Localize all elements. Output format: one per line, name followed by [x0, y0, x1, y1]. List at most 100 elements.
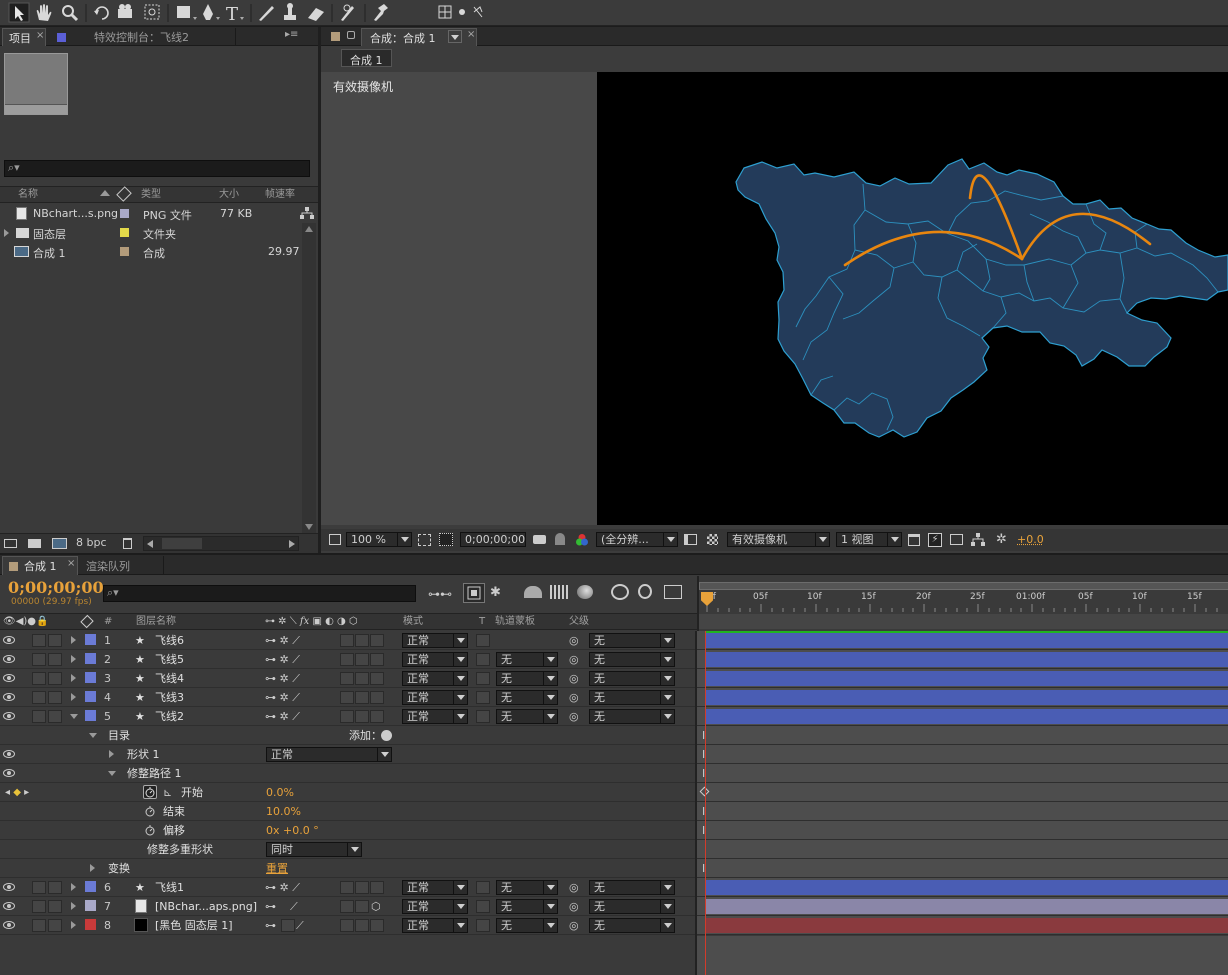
region-of-interest-icon[interactable]	[684, 534, 697, 545]
layer-duration-bar[interactable]	[705, 690, 1228, 705]
parent-dropdown[interactable]: 无	[589, 918, 675, 933]
close-icon[interactable]: ×	[467, 29, 475, 40]
preserve-transparency-switch[interactable]	[476, 900, 490, 913]
layer-track[interactable]	[697, 707, 1228, 726]
project-search-input[interactable]: ⌕▾	[4, 160, 310, 177]
parent-dropdown[interactable]: 无	[589, 709, 675, 724]
draft-3d-icon[interactable]: ✱	[490, 585, 501, 600]
blend-mode-dropdown[interactable]: 正常	[402, 690, 468, 705]
add-label[interactable]: 添加：	[349, 726, 382, 745]
layer-duration-bar[interactable]	[705, 918, 1228, 933]
expand-arrow-icon[interactable]	[71, 902, 76, 910]
layer-track[interactable]	[697, 688, 1228, 707]
current-time-field[interactable]: 0;00;00;00	[460, 532, 526, 547]
property-row-transform[interactable]: 变换 重置	[0, 859, 697, 878]
column-track-matte[interactable]: 轨道蒙板	[495, 614, 535, 629]
property-row-trim-paths[interactable]: 修整路径 1	[0, 764, 697, 783]
column-type[interactable]: 类型	[141, 187, 161, 202]
reset-link[interactable]: 重置	[266, 859, 288, 878]
trim-multiple-dropdown[interactable]: 同时	[266, 842, 362, 857]
visibility-eye-icon[interactable]	[3, 693, 15, 701]
layer-duration-bar[interactable]	[705, 633, 1228, 648]
visibility-eye-icon[interactable]	[3, 769, 15, 777]
eraser-tool-icon[interactable]	[308, 8, 324, 21]
layer-name[interactable]: 飞线2	[155, 707, 184, 726]
rotate-tool-icon[interactable]	[94, 6, 109, 20]
switch-box[interactable]	[355, 881, 369, 894]
pick-whip-icon[interactable]: ◎	[569, 669, 579, 688]
column-mode[interactable]: 模式	[403, 614, 423, 629]
track-matte-dropdown[interactable]: 无	[496, 709, 558, 724]
expand-arrow-icon[interactable]	[71, 674, 76, 682]
layer-name[interactable]: [NBchar...aps.png]	[155, 897, 257, 916]
property-row-contents[interactable]: 目录 添加：	[0, 726, 697, 745]
roto-brush-tool-icon[interactable]	[341, 4, 354, 21]
table-row[interactable]: 2 ★ 飞线5 ⊶ ✲ ⟋ 正常 无 ◎ 无	[0, 650, 697, 669]
interpret-footage-icon[interactable]	[4, 539, 17, 548]
fast-previews-icon[interactable]: ⚡	[928, 533, 942, 547]
blend-mode-dropdown[interactable]: 正常	[402, 709, 468, 724]
layer-name[interactable]: 飞线1	[155, 878, 184, 897]
preserve-transparency-switch[interactable]	[476, 634, 490, 647]
stopwatch-icon[interactable]	[143, 785, 157, 799]
snapshot-camera-icon[interactable]	[533, 535, 546, 544]
exposure-icon[interactable]: ✲	[996, 532, 1007, 547]
lock-switch[interactable]	[48, 710, 62, 723]
shy-switch-icon[interactable]: ⊶ ✲ ⟋	[265, 650, 300, 669]
column-t[interactable]: T	[479, 614, 485, 629]
camera-orbit-tool-icon[interactable]	[118, 4, 132, 18]
auto-keyframe-icon[interactable]	[638, 584, 652, 599]
lock-icon[interactable]	[347, 31, 355, 39]
switch-box[interactable]	[370, 919, 384, 932]
bpc-label[interactable]: 8 bpc	[76, 536, 107, 549]
column-size[interactable]: 大小	[219, 187, 239, 202]
lock-switch[interactable]	[48, 672, 62, 685]
comp-mini-flowchart-icon[interactable]: ⊶⊷	[428, 587, 452, 601]
visibility-eye-icon[interactable]	[3, 655, 15, 663]
preserve-transparency-switch[interactable]	[476, 691, 490, 704]
switch-box[interactable]	[370, 881, 384, 894]
track-matte-dropdown[interactable]: 无	[496, 671, 558, 686]
viewer-area[interactable]: 有效摄像机	[321, 72, 1228, 525]
list-item[interactable]: 合成 1 合成 29.97	[0, 242, 300, 261]
label-color-swatch[interactable]	[85, 653, 96, 664]
hide-shy-layers-icon[interactable]	[524, 586, 542, 598]
color-channels-icon[interactable]	[575, 533, 589, 547]
parent-dropdown[interactable]: 无	[589, 633, 675, 648]
track-matte-dropdown[interactable]: 无	[496, 652, 558, 667]
visibility-eye-icon[interactable]	[3, 921, 15, 929]
layer-duration-bar[interactable]	[705, 899, 1228, 914]
property-row-end[interactable]: 结束 10.0%	[0, 802, 697, 821]
project-flowchart-icon[interactable]	[300, 207, 314, 219]
table-row[interactable]: 3 ★ 飞线4 ⊶ ✲ ⟋ 正常 无 ◎ 无	[0, 669, 697, 688]
lock-switch[interactable]	[48, 653, 62, 666]
track-matte-dropdown[interactable]: 无	[496, 880, 558, 895]
label-color-swatch[interactable]	[85, 672, 96, 683]
audio-switch[interactable]	[32, 900, 46, 913]
visibility-eye-icon[interactable]	[3, 883, 15, 891]
audio-switch[interactable]	[32, 653, 46, 666]
layer-duration-bar[interactable]	[705, 709, 1228, 724]
layer-duration-bar[interactable]	[705, 652, 1228, 667]
shy-switch-icon[interactable]: ⊶ ✲ ⟋	[265, 878, 300, 897]
switch-box[interactable]	[340, 881, 354, 894]
property-row-shape[interactable]: 形状 1 正常	[0, 745, 697, 764]
brush-tool-icon[interactable]	[259, 6, 274, 21]
blend-mode-dropdown[interactable]: 正常	[402, 880, 468, 895]
expand-arrow-icon[interactable]	[4, 229, 9, 237]
layer-name[interactable]: 飞线4	[155, 669, 184, 688]
track-matte-dropdown[interactable]: 无	[496, 690, 558, 705]
blend-mode-dropdown[interactable]: 正常	[402, 671, 468, 686]
layer-duration-bar[interactable]	[705, 671, 1228, 686]
visibility-eye-icon[interactable]	[3, 636, 15, 644]
end-value[interactable]: 10.0%	[266, 802, 301, 821]
lock-switch[interactable]	[48, 691, 62, 704]
composition-canvas[interactable]	[597, 72, 1228, 525]
table-row[interactable]: 5 ★ 飞线2 ⊶ ✲ ⟋ 正常 无 ◎ 无	[0, 707, 697, 726]
stopwatch-icon[interactable]	[144, 824, 156, 836]
mask-visibility-icon[interactable]	[439, 533, 453, 546]
parent-dropdown[interactable]: 无	[589, 880, 675, 895]
switch-box[interactable]	[340, 634, 354, 647]
preserve-transparency-switch[interactable]	[476, 881, 490, 894]
close-icon[interactable]: ×	[67, 558, 75, 569]
